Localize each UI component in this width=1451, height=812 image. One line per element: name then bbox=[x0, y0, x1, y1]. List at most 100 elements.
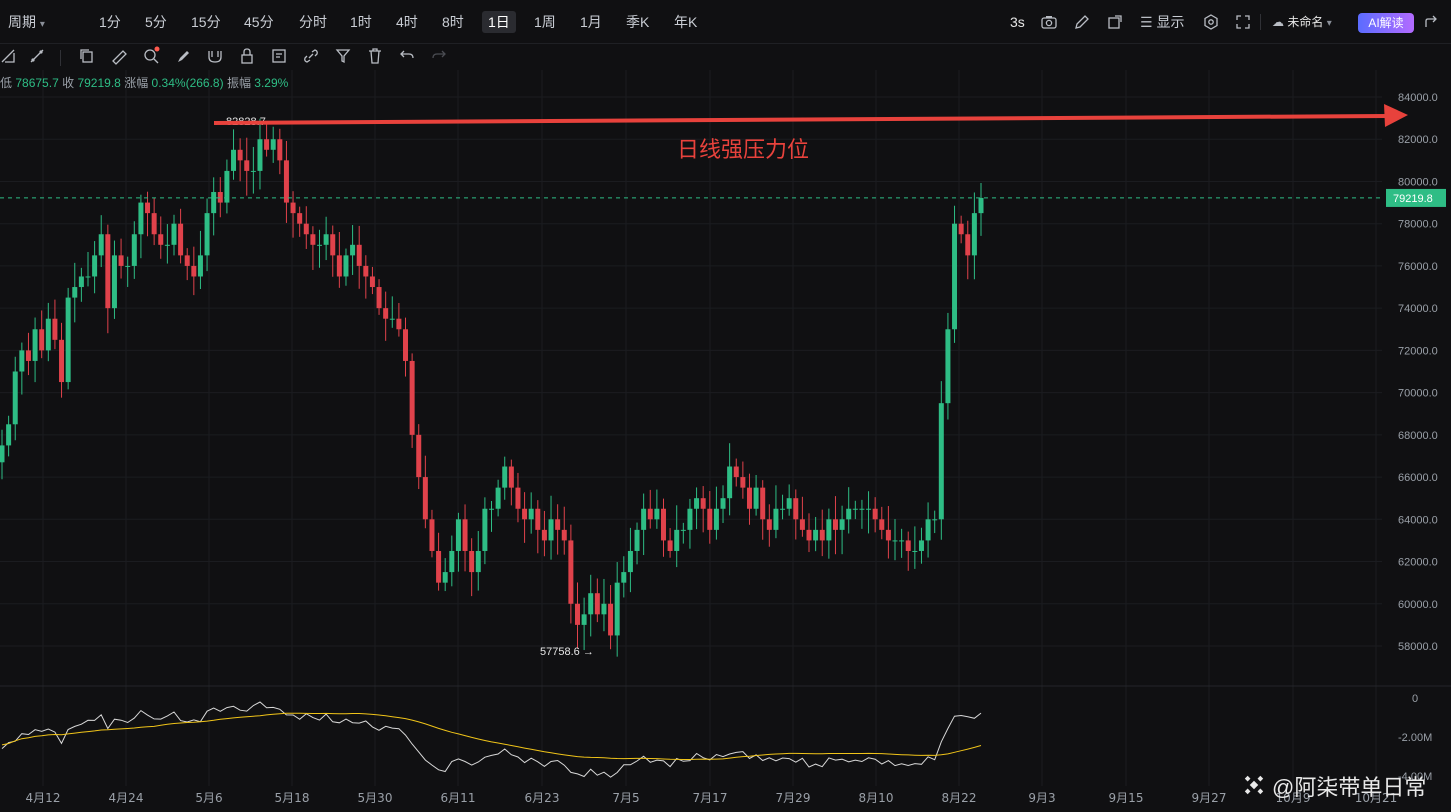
period-8h[interactable]: 8时 bbox=[436, 11, 470, 33]
y-tick-label: 84000.0 bbox=[1398, 92, 1438, 104]
candle-body bbox=[197, 255, 203, 277]
candle-body bbox=[204, 213, 210, 256]
period-1d[interactable]: 1日 bbox=[482, 11, 516, 33]
candle-body bbox=[231, 149, 237, 171]
candle-body bbox=[839, 519, 845, 530]
y-tick-label: 74000.0 bbox=[1398, 303, 1438, 315]
candle-body bbox=[72, 287, 78, 298]
period-4h[interactable]: 4时 bbox=[390, 11, 424, 33]
ai-analysis-button[interactable]: AI解读 bbox=[1358, 13, 1414, 33]
candle-body bbox=[813, 529, 819, 541]
divider bbox=[1260, 14, 1261, 30]
candle-body bbox=[786, 498, 792, 509]
candle-body bbox=[687, 508, 693, 530]
candle-body bbox=[746, 487, 752, 509]
candle-body bbox=[608, 603, 614, 636]
candle-body bbox=[145, 202, 151, 214]
candle-body bbox=[39, 329, 45, 351]
candle-body bbox=[667, 540, 673, 551]
candle-body bbox=[899, 540, 905, 542]
candle-body bbox=[918, 540, 924, 551]
candle-body bbox=[257, 139, 263, 171]
candle-body bbox=[859, 508, 865, 510]
trash-icon[interactable] bbox=[366, 46, 386, 68]
candle-body bbox=[594, 593, 600, 615]
candle-body bbox=[138, 202, 144, 235]
period-quarter[interactable]: 季K bbox=[620, 11, 655, 33]
change-value: 0.34%(266.8) bbox=[151, 76, 224, 90]
candle-body bbox=[462, 519, 468, 551]
display-settings-button[interactable]: ☰ 显示 bbox=[1134, 11, 1190, 33]
candle-body bbox=[945, 329, 951, 404]
fullscreen-icon[interactable] bbox=[1234, 13, 1254, 35]
resistance-arrow-line bbox=[213, 114, 1387, 125]
period-45m[interactable]: 45分 bbox=[238, 11, 280, 33]
candle-body bbox=[905, 540, 911, 551]
chevron-down-icon: ▾ bbox=[1326, 18, 1332, 29]
period-menu-button[interactable]: 周期 ▾ bbox=[2, 11, 51, 33]
x-tick-label: 9月3 bbox=[1028, 791, 1055, 805]
measure-icon[interactable] bbox=[110, 46, 130, 68]
zoom-icon[interactable] bbox=[142, 46, 162, 68]
period-1mo[interactable]: 1月 bbox=[574, 11, 608, 33]
edit-list-icon[interactable] bbox=[270, 46, 290, 68]
y-tick-label: 64000.0 bbox=[1398, 514, 1438, 526]
copy-icon[interactable] bbox=[78, 46, 98, 68]
candle-body bbox=[98, 234, 104, 256]
candle-body bbox=[323, 234, 329, 245]
period-15m[interactable]: 15分 bbox=[185, 11, 227, 33]
undo-icon[interactable] bbox=[398, 46, 418, 68]
share-icon[interactable] bbox=[1422, 13, 1442, 35]
candle-body bbox=[614, 582, 620, 636]
refresh-interval[interactable]: 3s bbox=[1004, 11, 1031, 33]
period-5m[interactable]: 5分 bbox=[139, 11, 173, 33]
candle-body bbox=[522, 508, 528, 520]
candle-body bbox=[938, 403, 944, 520]
candle-body bbox=[429, 519, 435, 551]
candle-body bbox=[694, 498, 700, 509]
candle-body bbox=[32, 329, 38, 361]
candle-body bbox=[164, 244, 170, 246]
list-icon: ☰ bbox=[1140, 14, 1153, 30]
candle-body bbox=[383, 308, 389, 319]
settings-hex-icon[interactable] bbox=[1202, 13, 1222, 35]
candle-body bbox=[733, 466, 739, 478]
candle-body bbox=[65, 297, 71, 383]
link-icon[interactable] bbox=[302, 46, 322, 68]
period-1h[interactable]: 1时 bbox=[344, 11, 378, 33]
candle-body bbox=[971, 213, 977, 256]
lock-icon[interactable] bbox=[238, 46, 258, 68]
candle-body bbox=[277, 139, 283, 161]
ruler-icon[interactable] bbox=[0, 46, 20, 68]
brush-icon[interactable] bbox=[174, 46, 194, 68]
y-tick-label: 58000.0 bbox=[1398, 641, 1438, 653]
camera-icon[interactable] bbox=[1040, 13, 1060, 35]
external-window-icon[interactable] bbox=[1106, 13, 1126, 35]
chart-canvas[interactable]: 84000.0 82000.0 80000.0 78000.0 76000.0 74000… bbox=[0, 0, 1451, 812]
layout-menu-button[interactable]: ☁ 未命名 ▾ bbox=[1266, 11, 1338, 33]
y-tick-label: 70000.0 bbox=[1398, 388, 1438, 400]
magnet-icon[interactable] bbox=[206, 46, 226, 68]
candle-body bbox=[634, 529, 640, 551]
period-1w[interactable]: 1周 bbox=[528, 11, 562, 33]
trend-line-icon[interactable] bbox=[28, 46, 48, 68]
period-1m[interactable]: 1分 bbox=[93, 11, 127, 33]
x-tick-label: 5月18 bbox=[275, 791, 310, 805]
candle-body bbox=[700, 498, 706, 509]
candle-body bbox=[489, 508, 494, 510]
candle-body bbox=[270, 139, 276, 150]
candle-body bbox=[832, 519, 838, 530]
pencil-icon[interactable] bbox=[1073, 13, 1093, 35]
candle-body bbox=[674, 529, 680, 551]
period-year[interactable]: 年K bbox=[668, 11, 703, 33]
x-tick-label: 9月15 bbox=[1109, 791, 1144, 805]
x-tick-label: 4月24 bbox=[109, 791, 144, 805]
candle-body bbox=[958, 223, 964, 235]
candle-body bbox=[528, 508, 534, 520]
redo-icon[interactable] bbox=[430, 46, 450, 68]
filter-icon[interactable] bbox=[334, 46, 354, 68]
candle-body bbox=[330, 234, 336, 256]
period-timeshare[interactable]: 分时 bbox=[293, 11, 333, 33]
resistance-annotation: 日线强压力位 bbox=[677, 138, 809, 163]
candle-body bbox=[264, 139, 270, 150]
